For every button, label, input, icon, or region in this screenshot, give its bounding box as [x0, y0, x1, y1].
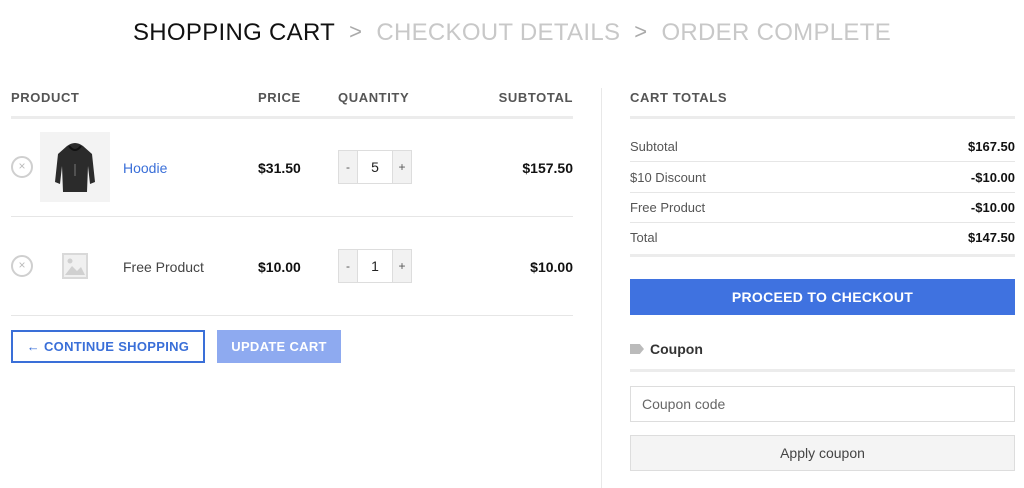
increment-button[interactable]: +: [393, 151, 411, 183]
totals-amount: $147.50: [968, 230, 1015, 245]
remove-item-button[interactable]: ×: [11, 255, 33, 277]
totals-label: Free Product: [630, 200, 706, 215]
totals-row: Subtotal $167.50: [630, 132, 1015, 162]
totals-row: $10 Discount -$10.00: [630, 163, 1015, 193]
header-price: PRICE: [258, 90, 301, 105]
chevron-right-icon: >: [349, 19, 363, 44]
product-subtotal: $157.50: [522, 160, 573, 176]
totals-amount: -$10.00: [970, 170, 1015, 185]
coupon-code-input[interactable]: [630, 386, 1015, 422]
hoodie-image: [55, 143, 95, 192]
product-price: $31.50: [258, 160, 301, 176]
apply-coupon-button[interactable]: Apply coupon: [630, 435, 1015, 471]
quantity-input[interactable]: 5: [357, 151, 393, 183]
totals-label: Subtotal: [630, 139, 678, 154]
coupon-heading: Coupon: [630, 341, 703, 357]
increment-button[interactable]: +: [393, 250, 411, 282]
proceed-to-checkout-button[interactable]: PROCEED TO CHECKOUT: [630, 279, 1015, 315]
quantity-input[interactable]: 1: [357, 250, 393, 282]
breadcrumb-checkout-details[interactable]: CHECKOUT DETAILS: [376, 19, 620, 46]
breadcrumb-shopping-cart[interactable]: SHOPPING CART: [133, 19, 335, 46]
continue-shopping-button[interactable]: ← CONTINUE SHOPPING: [11, 330, 205, 363]
decrement-button[interactable]: -: [339, 250, 357, 282]
table-row: × Free Product $10.00 - 1 + $10.00: [11, 217, 573, 315]
product-price: $10.00: [258, 259, 301, 275]
product-subtotal: $10.00: [530, 259, 573, 275]
update-cart-button[interactable]: UPDATE CART: [217, 330, 341, 363]
totals-row-divider: [630, 161, 1015, 162]
remove-item-button[interactable]: ×: [11, 156, 33, 178]
breadcrumb: SHOPPING CART > CHECKOUT DETAILS > ORDER COM…: [0, 19, 1024, 47]
header-quantity: QUANTITY: [338, 90, 410, 105]
product-name-link[interactable]: Hoodie: [123, 160, 167, 176]
breadcrumb-order-complete: ORDER COMPLETE: [661, 19, 892, 46]
totals-row: Free Product -$10.00: [630, 193, 1015, 223]
chevron-right-icon: >: [634, 19, 648, 44]
column-divider: [601, 88, 602, 488]
row-divider: [11, 315, 573, 316]
coupon-heading-label: Coupon: [650, 341, 703, 357]
totals-label: $10 Discount: [630, 170, 706, 185]
placeholder-image-icon: [62, 253, 88, 279]
coupon-divider: [630, 369, 1015, 372]
totals-bottom-divider: [630, 254, 1015, 257]
product-name: Free Product: [123, 259, 204, 275]
totals-amount: $167.50: [968, 139, 1015, 154]
header-divider: [11, 116, 573, 119]
table-row: × Hoodie $31.50 - 5 + $157.50: [11, 132, 573, 216]
header-subtotal: SUBTOTAL: [498, 90, 573, 105]
totals-row-total: Total $147.50: [630, 223, 1015, 253]
decrement-button[interactable]: -: [339, 151, 357, 183]
totals-header-divider: [630, 116, 1015, 119]
tag-icon: [630, 344, 644, 354]
product-thumbnail[interactable]: [40, 132, 110, 202]
quantity-stepper: - 1 +: [338, 249, 412, 283]
cart-totals-title: CART TOTALS: [630, 90, 728, 105]
totals-amount: -$10.00: [970, 200, 1015, 215]
quantity-stepper: - 5 +: [338, 150, 412, 184]
header-product: PRODUCT: [11, 90, 80, 105]
totals-label: Total: [630, 230, 658, 245]
